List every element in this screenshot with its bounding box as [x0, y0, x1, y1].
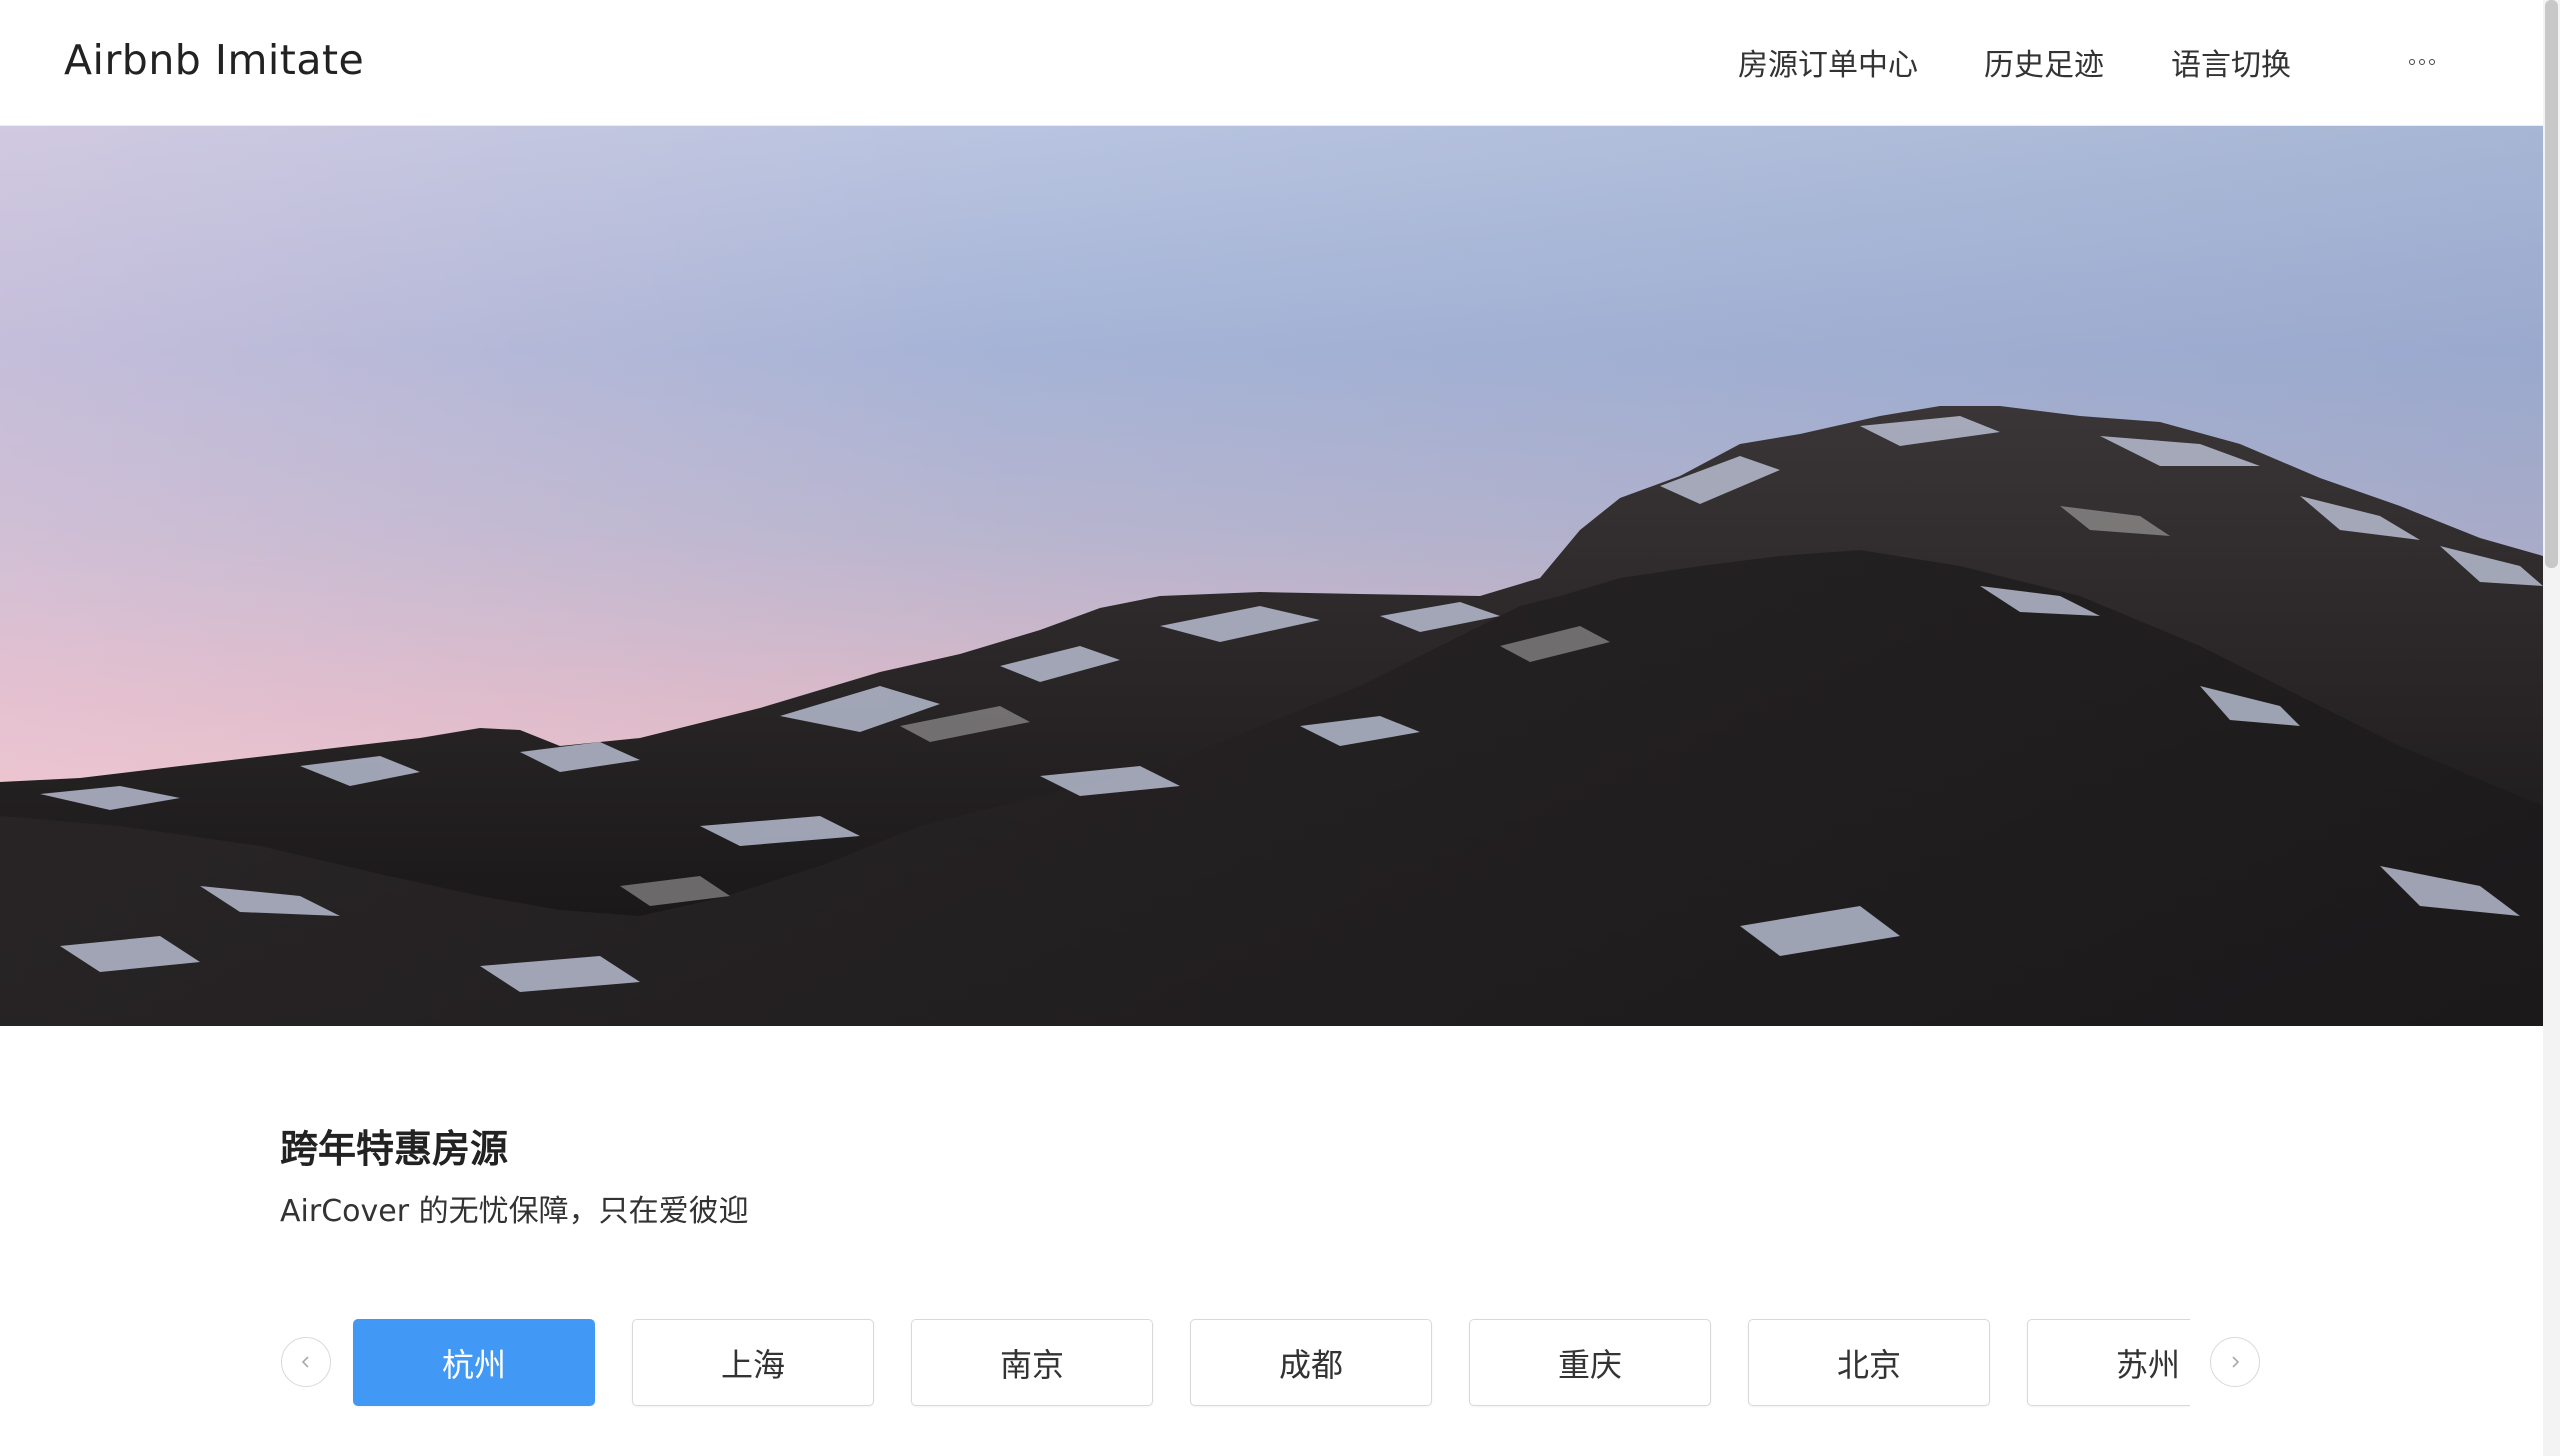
- tab-chengdu[interactable]: 成都: [1190, 1319, 1432, 1406]
- section-subtitle: AirCover 的无忧保障，只在爱彼迎: [280, 1194, 749, 1229]
- tab-suzhou[interactable]: 苏州: [2027, 1319, 2190, 1406]
- nav-history-link[interactable]: 历史足迹: [1984, 40, 2104, 84]
- mountain-illustration: [0, 406, 2543, 1026]
- chevron-right-icon[interactable]: [2210, 1337, 2260, 1387]
- tab-chongqing[interactable]: 重庆: [1469, 1319, 1711, 1406]
- tab-hangzhou[interactable]: 杭州: [353, 1319, 595, 1406]
- dot: [2429, 59, 2435, 65]
- chevron-left-glyph: [301, 1356, 309, 1368]
- top-nav: 房源订单中心 历史足迹 语言切换: [0, 40, 2543, 84]
- nav-language-link[interactable]: 语言切换: [2171, 40, 2291, 84]
- hero-banner: [0, 126, 2543, 1026]
- tab-beijing[interactable]: 北京: [1748, 1319, 1990, 1406]
- dot: [2409, 59, 2415, 65]
- tab-shanghai[interactable]: 上海: [632, 1319, 874, 1406]
- more-dots-icon[interactable]: [2402, 52, 2442, 72]
- chevron-left-icon[interactable]: [281, 1337, 331, 1387]
- scrollbar-thumb[interactable]: [2545, 0, 2558, 568]
- chevron-right-glyph: [2232, 1356, 2240, 1368]
- dot: [2419, 59, 2425, 65]
- top-header: Airbnb Imitate 房源订单中心 历史足迹 语言切换: [0, 0, 2543, 126]
- section-title: 跨年特惠房源: [280, 1127, 509, 1171]
- tab-nanjing[interactable]: 南京: [911, 1319, 1153, 1406]
- nav-orders-link[interactable]: 房源订单中心: [1738, 40, 1918, 84]
- city-tabs: 杭州 上海 南京 成都 重庆 北京 苏州: [340, 1300, 2190, 1420]
